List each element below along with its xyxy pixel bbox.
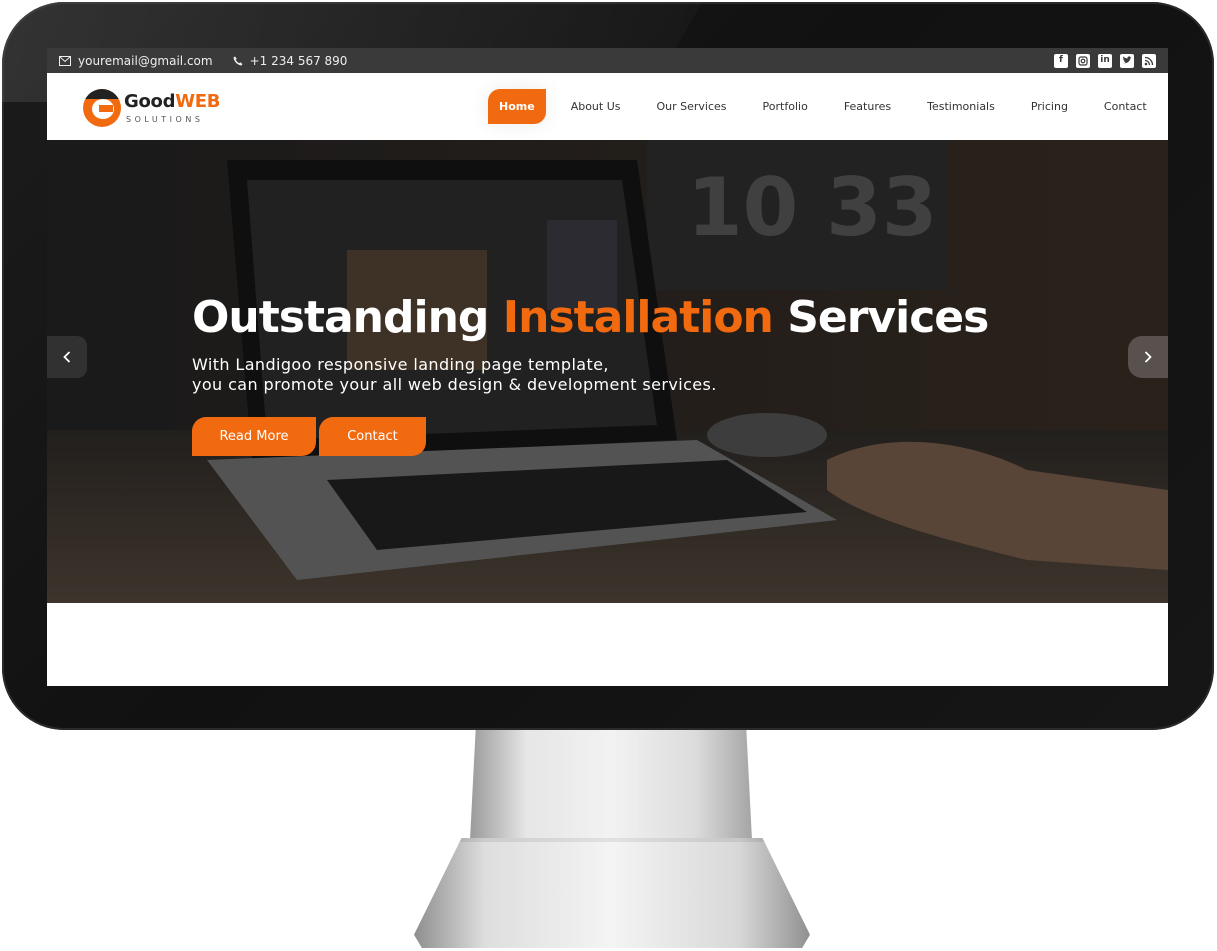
topbar: youremail@gmail.com +1 234 567 890 f in xyxy=(47,48,1168,73)
nav-item-features[interactable]: Features xyxy=(844,100,891,113)
nav-menu: Home About Us Our Services Portfolio Fea… xyxy=(488,89,1147,124)
contact-button[interactable]: Contact xyxy=(319,417,426,456)
main-navbar: GoodWEB SOLUTIONS Home About Us Our Serv… xyxy=(47,73,1168,141)
nav-item-home[interactable]: Home xyxy=(488,89,546,124)
envelope-icon xyxy=(59,55,71,66)
brand-name-part2: WEB xyxy=(175,90,221,112)
hero-title-part2: Services xyxy=(787,292,989,343)
brand-name-part1: Good xyxy=(124,90,176,112)
brand-tagline: SOLUTIONS xyxy=(126,114,204,124)
email-text: youremail@gmail.com xyxy=(78,53,213,68)
linkedin-icon[interactable]: in xyxy=(1098,53,1112,68)
social-links: f in xyxy=(1054,53,1156,68)
website-screen: youremail@gmail.com +1 234 567 890 f in xyxy=(47,48,1168,686)
facebook-icon[interactable]: f xyxy=(1054,53,1068,68)
hero-buttons: Read More Contact xyxy=(192,417,988,456)
hero-subtitle: With Landigoo responsive landing page te… xyxy=(192,355,988,395)
monitor-stand-neck xyxy=(470,730,752,840)
logo-mark-icon xyxy=(83,89,121,127)
slider-prev-arrow[interactable] xyxy=(47,336,87,378)
phone-text: +1 234 567 890 xyxy=(249,53,348,68)
hero-title-part1: Outstanding xyxy=(192,292,489,343)
hero-title-accent: Installation xyxy=(502,292,774,343)
nav-item-services[interactable]: Our Services xyxy=(657,100,727,113)
topbar-email[interactable]: youremail@gmail.com xyxy=(59,54,213,68)
chevron-right-icon xyxy=(1144,351,1152,363)
topbar-phone[interactable]: +1 234 567 890 xyxy=(233,53,348,68)
nav-item-contact[interactable]: Contact xyxy=(1104,100,1147,113)
hero-subtitle-line1: With Landigoo responsive landing page te… xyxy=(192,355,609,374)
hero-content: Outstanding Installation Services With L… xyxy=(192,292,989,456)
instagram-icon[interactable] xyxy=(1076,53,1090,68)
nav-item-about[interactable]: About Us xyxy=(571,100,621,113)
brand-logo[interactable]: GoodWEB SOLUTIONS xyxy=(83,89,220,127)
phone-icon xyxy=(233,56,243,65)
nav-item-pricing[interactable]: Pricing xyxy=(1031,100,1068,113)
nav-item-portfolio[interactable]: Portfolio xyxy=(763,100,808,113)
rss-icon[interactable] xyxy=(1142,53,1156,68)
nav-item-testimonials[interactable]: Testimonials xyxy=(927,100,995,113)
hero-slider: 10 33 Outstanding Installation Services … xyxy=(47,140,1168,603)
read-more-button[interactable]: Read More xyxy=(192,417,316,456)
monitor-stand-base xyxy=(414,838,810,948)
hero-subtitle-line2: you can promote your all web design & de… xyxy=(192,375,717,394)
chevron-left-icon xyxy=(63,351,71,363)
twitter-icon[interactable] xyxy=(1120,53,1134,68)
slider-next-arrow[interactable] xyxy=(1128,336,1168,378)
hero-title: Outstanding Installation Services xyxy=(192,292,989,343)
